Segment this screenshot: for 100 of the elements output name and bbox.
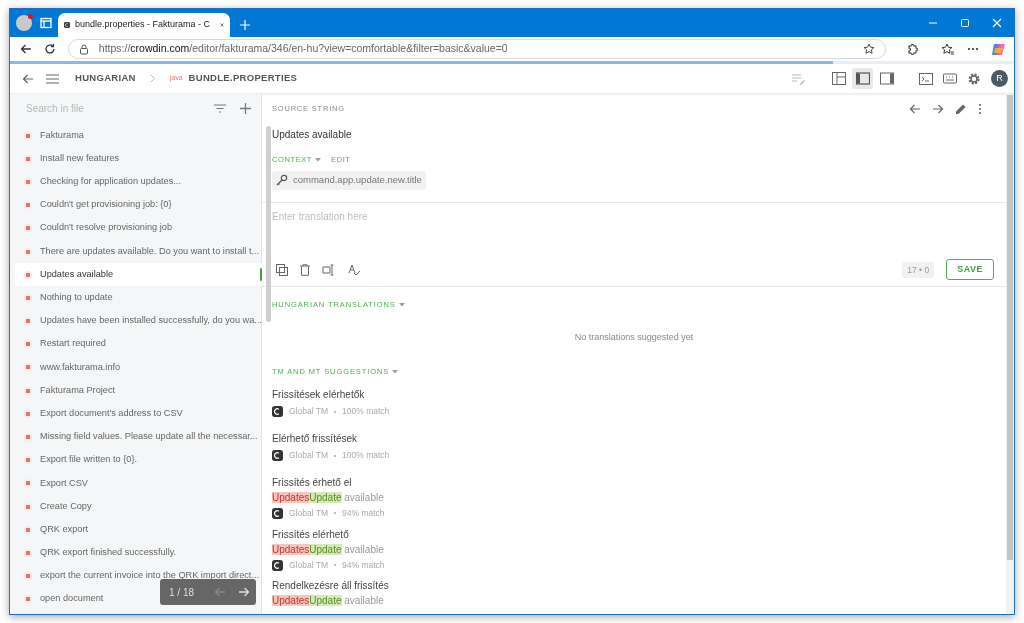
untranslated-status-icon bbox=[24, 502, 32, 511]
string-list-item[interactable]: Checking for application updates... bbox=[15, 170, 185, 194]
scrollbar-thumb[interactable] bbox=[1007, 95, 1013, 560]
next-icon[interactable] bbox=[932, 103, 944, 115]
caret-icon bbox=[398, 303, 405, 307]
back-icon[interactable] bbox=[20, 43, 32, 55]
copy-source-icon[interactable] bbox=[276, 263, 288, 276]
untranslated-status-icon bbox=[24, 363, 32, 372]
untranslated-status-icon bbox=[24, 154, 32, 163]
chevron-icon bbox=[149, 74, 156, 83]
maximize-icon[interactable] bbox=[960, 18, 970, 28]
suggestion-text[interactable]: Elérhető frissítések bbox=[272, 432, 996, 447]
user-avatar[interactable]: R bbox=[991, 70, 1008, 87]
untranslated-status-icon bbox=[24, 247, 32, 256]
filter-icon[interactable] bbox=[214, 103, 226, 113]
previous-icon[interactable] bbox=[909, 103, 921, 115]
string-list-item[interactable]: There are updates available. Do you want to install t... bbox=[15, 239, 264, 264]
more-vertical-icon[interactable] bbox=[978, 103, 982, 115]
tab-actions-icon[interactable] bbox=[40, 17, 52, 29]
string-list-item[interactable]: QRK export bbox=[15, 518, 92, 542]
extensions-icon[interactable] bbox=[906, 42, 920, 56]
untranslated-status-icon bbox=[24, 317, 32, 326]
add-icon[interactable] bbox=[240, 102, 251, 114]
suggestion-text[interactable]: Frissítés érhető el bbox=[272, 475, 996, 490]
settings-icon[interactable] bbox=[967, 71, 981, 86]
untranslated-status-icon bbox=[24, 386, 32, 395]
url-text: https://crowdin.com/editor/fakturama/346/en-hu?view=comfortable&filter=basic&value=0 bbox=[98, 41, 509, 57]
string-list-item[interactable]: Fakturama bbox=[15, 124, 88, 148]
translation-field[interactable]: Enter translation here bbox=[272, 209, 996, 260]
match-percentage: 94% match bbox=[342, 558, 385, 572]
string-list-item[interactable]: Install new features bbox=[15, 147, 124, 171]
untranslated-status-icon bbox=[24, 293, 32, 302]
string-list-item[interactable]: www.fakturama.info bbox=[15, 355, 125, 380]
favorite-star-icon[interactable] bbox=[863, 43, 876, 55]
string-list-item[interactable]: QRK export finished successfully. bbox=[15, 541, 181, 565]
string-list-item[interactable]: Nothing to update bbox=[15, 286, 117, 310]
source-diff: UpdatesUpdate available bbox=[272, 490, 385, 504]
address-bar[interactable]: https://crowdin.com/editor/fakturama/346/en-hu?view=comfortable&filter=basic&value=0 bbox=[67, 39, 887, 59]
language-name[interactable]: HUNGARIAN bbox=[75, 71, 136, 86]
pencil-icon[interactable] bbox=[955, 103, 967, 115]
untranslated-status-icon bbox=[24, 131, 32, 140]
match-percentage: 100% match bbox=[342, 449, 390, 462]
untranslated-status-icon bbox=[24, 340, 32, 349]
tm-source-icon bbox=[272, 559, 283, 571]
string-list-item[interactable]: Couldn't get provisioning job: {0} bbox=[15, 193, 176, 217]
scrollbar-thumb[interactable] bbox=[266, 126, 271, 322]
string-list-item[interactable]: Export file written to {0}. bbox=[15, 448, 142, 472]
untranslated-status-icon bbox=[24, 201, 32, 210]
untranslated-status-icon bbox=[24, 270, 32, 279]
source-diff: UpdatesUpdate available bbox=[272, 542, 385, 556]
string-list-item[interactable]: Export document's address to CSV bbox=[15, 402, 187, 426]
suggestion-text[interactable]: Frissítések elérhetők bbox=[272, 388, 996, 403]
string-list-item[interactable]: Couldn't resolve provisioning job bbox=[15, 216, 176, 240]
string-list-item[interactable]: export the current invoice into the QRK import direct... bbox=[15, 564, 264, 588]
file-name[interactable]: BUNDLE.PROPERTIES bbox=[188, 71, 298, 86]
source-text: Updates available bbox=[272, 128, 353, 142]
suggestion-source: Global TM bbox=[289, 449, 329, 462]
back-icon[interactable] bbox=[22, 72, 34, 85]
untranslated-status-icon bbox=[24, 479, 32, 488]
browser-tab[interactable]: bundle.properties - Fakturama - C bbox=[58, 13, 230, 37]
character-counter: 17 • 0 bbox=[902, 261, 935, 279]
save-button[interactable]: SAVE bbox=[946, 259, 994, 281]
untranslated-status-icon bbox=[24, 409, 32, 418]
suggestion-text[interactable]: Rendelkezésre áll frissítés bbox=[272, 579, 996, 594]
layout-toggle-button[interactable] bbox=[852, 68, 873, 89]
reload-icon[interactable] bbox=[43, 43, 56, 55]
untranslated-status-icon bbox=[24, 224, 32, 233]
terminal-icon[interactable] bbox=[919, 72, 933, 85]
string-list-item[interactable]: Restart required bbox=[15, 332, 110, 356]
string-list-item[interactable]: Updates have been installed successfully, do you wa... bbox=[15, 309, 266, 333]
selection-indicator bbox=[260, 268, 262, 282]
string-list-item[interactable]: Fakturama Project bbox=[15, 379, 120, 403]
tm-source-icon bbox=[272, 507, 283, 519]
delete-icon[interactable] bbox=[300, 263, 310, 276]
untranslated-status-icon bbox=[24, 525, 32, 534]
caret-icon bbox=[392, 369, 399, 374]
next-page-icon[interactable] bbox=[238, 586, 250, 598]
profile-avatar-icon[interactable] bbox=[16, 15, 32, 31]
more-icon[interactable] bbox=[967, 47, 980, 51]
spellcheck-icon[interactable] bbox=[348, 263, 361, 276]
new-tab-icon[interactable] bbox=[240, 20, 250, 30]
page-counter: 1 / 18 bbox=[169, 585, 196, 600]
keyboard-icon[interactable] bbox=[943, 73, 957, 84]
tm-source-icon bbox=[272, 450, 283, 461]
untranslated-status-icon bbox=[24, 595, 32, 604]
text-cursor-icon[interactable] bbox=[322, 263, 336, 276]
context-key: command.app.update.new.title bbox=[293, 173, 422, 188]
tab-title: bundle.properties - Fakturama - C bbox=[74, 18, 211, 32]
close-icon[interactable] bbox=[992, 18, 1002, 28]
string-list-item[interactable]: Missing field values. Please update all the necessar... bbox=[15, 425, 262, 449]
copilot-icon[interactable] bbox=[991, 41, 1006, 57]
string-list-item[interactable]: open document bbox=[15, 587, 108, 611]
suggestion-source: Global TM bbox=[289, 506, 329, 520]
string-list-item[interactable]: Create Copy bbox=[15, 495, 96, 519]
close-icon[interactable] bbox=[220, 21, 224, 29]
suggestion-text[interactable]: Frissítés elérhető bbox=[272, 527, 996, 542]
match-percentage: 94% match bbox=[342, 506, 385, 520]
lock-icon bbox=[78, 43, 89, 55]
string-list-item[interactable]: Export CSV bbox=[15, 471, 92, 495]
favorites-icon[interactable] bbox=[941, 42, 956, 56]
